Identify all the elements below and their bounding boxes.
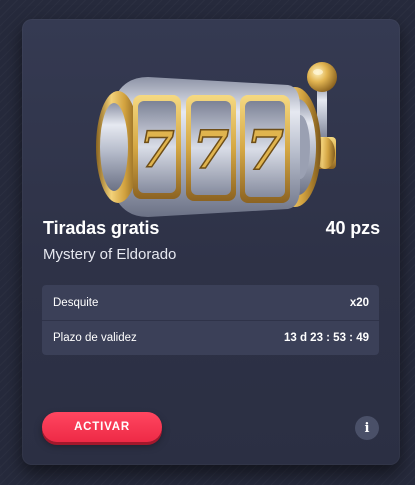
validity-countdown: 13 d 23 : 53 : 49	[283, 332, 369, 344]
offer-title: Tiradas gratis	[43, 218, 160, 238]
game-name: Mystery of Eldorado	[43, 246, 177, 263]
slot-machine-icon: 7 7 7	[96, 62, 337, 217]
info-icon[interactable]: i	[355, 416, 379, 440]
detail-row-wager: Desquite x20	[42, 285, 379, 320]
svg-text:7: 7	[193, 120, 229, 181]
free-spins-card: 7 7 7 Tiradas gratis 40 pzs Mystery of E…	[22, 19, 400, 465]
detail-label: Desquite	[53, 296, 99, 309]
svg-text:7: 7	[140, 120, 175, 179]
offer-title-row: Tiradas gratis 40 pzs	[43, 218, 380, 239]
detail-label: Plazo de validez	[53, 332, 137, 344]
activate-button[interactable]: ACTIVAR	[42, 412, 162, 442]
detail-value: x20	[349, 296, 369, 309]
svg-text:7: 7	[246, 118, 284, 182]
detail-row-validity: Plazo de validez 13 d 23 : 53 : 49	[42, 320, 379, 355]
offer-amount: 40 pzs	[325, 218, 381, 238]
offer-details-table: Desquite x20 Plazo de validez 13 d 23 : …	[42, 285, 379, 355]
